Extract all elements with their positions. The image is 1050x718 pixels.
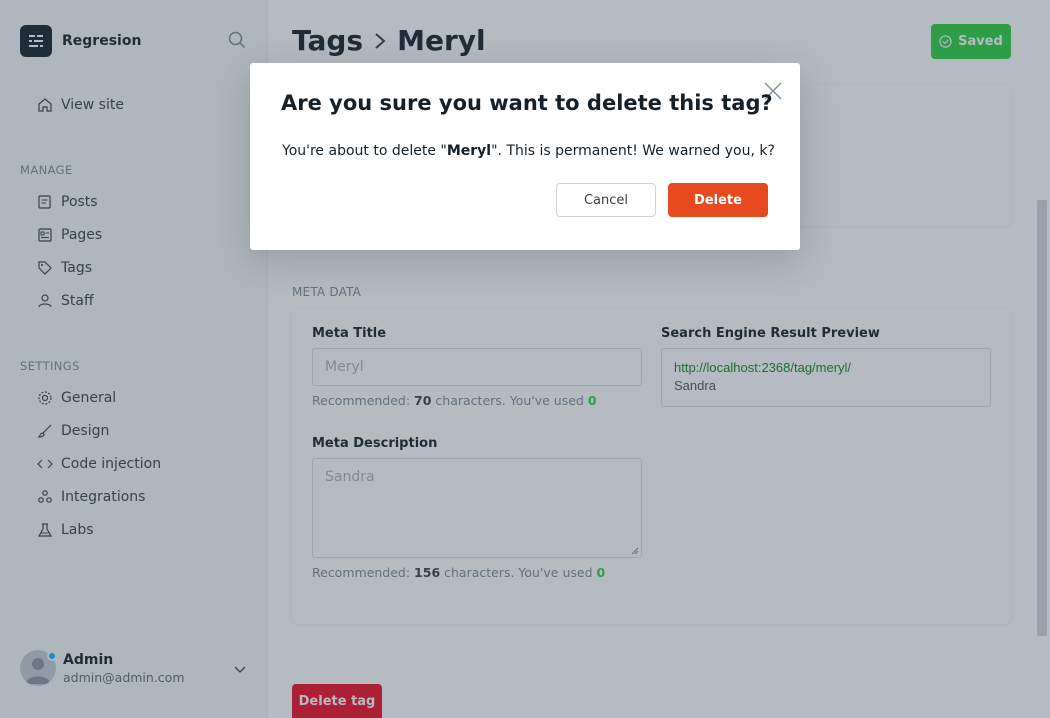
modal-body-prefix: You're about to delete ": [282, 143, 447, 159]
modal-body: You're about to delete "Meryl". This is …: [282, 143, 775, 159]
modal-title: Are you sure you want to delete this tag…: [281, 91, 773, 115]
delete-button[interactable]: Delete: [668, 183, 768, 217]
delete-confirm-modal: Are you sure you want to delete this tag…: [250, 63, 800, 250]
modal-body-suffix: ". This is permanent! We warned you, k?: [491, 143, 775, 159]
modal-body-tag-name: Meryl: [446, 143, 492, 159]
cancel-button[interactable]: Cancel: [556, 183, 656, 217]
